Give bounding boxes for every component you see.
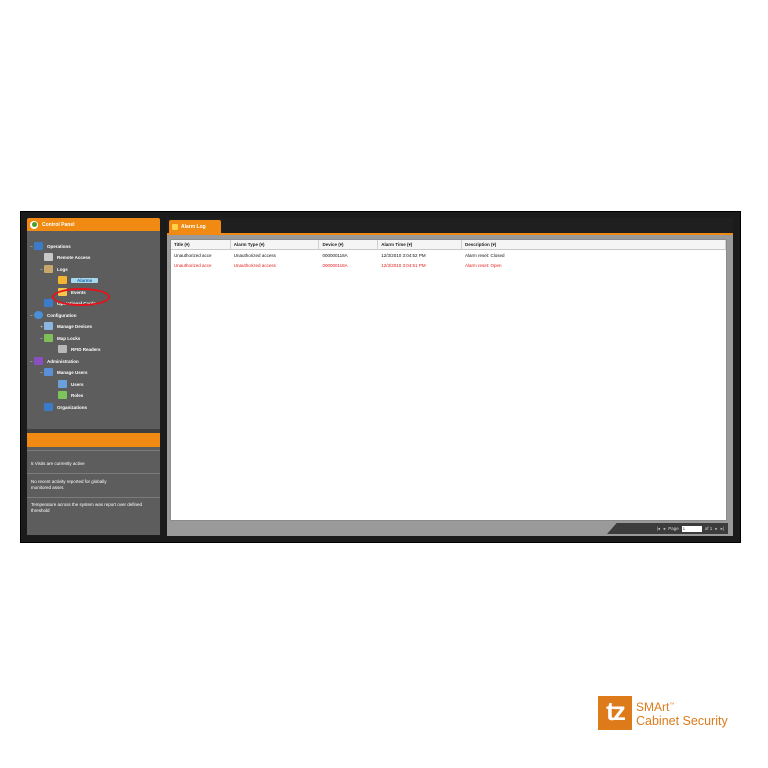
- cell-device: 000000118A: [322, 262, 348, 268]
- tree-item-label: Logs: [57, 266, 68, 272]
- prev-page-button[interactable]: ◂: [663, 526, 665, 532]
- tree-item-rfid-readers[interactable]: RFID Readers: [58, 344, 101, 354]
- column-header-alarm-time[interactable]: Alarm Time (▾): [378, 240, 462, 249]
- cards-icon: [44, 299, 53, 307]
- tree-item-configuration[interactable]: − Configuration: [29, 310, 77, 320]
- last-page-button[interactable]: ▸|: [721, 526, 724, 532]
- tree-item-alarms[interactable]: Alarms: [58, 275, 99, 285]
- table-row[interactable]: Unauthorized acce Unauthorized access 00…: [171, 250, 726, 260]
- cell-alarm-time: 12/3/2010 3:04:51 PM: [381, 262, 426, 268]
- tab-label: Alarm Log: [181, 223, 206, 230]
- operations-icon: [34, 242, 43, 250]
- cell-device: 000000118A: [322, 252, 348, 258]
- rfid-icon: [58, 345, 67, 353]
- alarm-log-header: Alarm Log: [167, 218, 733, 235]
- tree-item-label: Manage Devices: [57, 323, 93, 329]
- tab-alarm-log[interactable]: Alarm Log: [169, 220, 221, 233]
- tree-item-label: Organizations: [57, 404, 88, 410]
- tree-item-roles[interactable]: Roles: [58, 390, 83, 400]
- grid-header: Title (▾) Alarm Type (▾) Device (▾) Alar…: [171, 240, 727, 250]
- remote-access-icon: [44, 253, 53, 261]
- administration-icon: [34, 357, 43, 365]
- alert-separator: [27, 450, 160, 451]
- pagination-bar: |◂ ◂ Page 1 of 1 ▸ ▸|: [607, 523, 728, 534]
- alert-separator: [27, 497, 160, 498]
- column-header-description[interactable]: Description (▾): [462, 240, 727, 249]
- configuration-icon: [34, 311, 43, 319]
- tree-item-label: Administration: [47, 358, 79, 364]
- tree-item-label: Users: [71, 381, 84, 387]
- application-window: Control Panel − Operations Remote Access…: [20, 211, 741, 543]
- tree-item-manage-users[interactable]: − Manage Users: [39, 367, 88, 377]
- roles-icon: [58, 391, 67, 399]
- control-panel-header: Control Panel: [27, 218, 160, 231]
- column-header-device[interactable]: Device (▾): [319, 240, 379, 249]
- cell-title: Unauthorized acce: [174, 262, 212, 268]
- tree-item-administration[interactable]: − Administration: [29, 356, 79, 366]
- tree-item-label: Operations: [47, 243, 71, 249]
- control-panel: Control Panel − Operations Remote Access…: [27, 218, 160, 536]
- brand-tagline: Cabinet Security: [636, 714, 728, 728]
- cell-description: Alarm reset: Open: [464, 262, 502, 268]
- cell-alarm-time: 12/3/2010 3:04:52 PM: [381, 252, 426, 258]
- cell-alarm-type: Unauthorized access: [233, 262, 276, 268]
- alarm-log-panel: Alarm Log Title (▾) Alarm Type (▾) Devic…: [167, 218, 733, 536]
- alerts-header: [27, 433, 160, 447]
- tree-item-users[interactable]: Users: [58, 379, 84, 389]
- page-label: Page: [668, 526, 679, 531]
- tree-item-label: Roles: [71, 392, 84, 398]
- page-number-input[interactable]: 1: [681, 525, 702, 532]
- next-page-button[interactable]: ▸: [715, 526, 717, 532]
- alert-message[interactable]: 5 Visits are currently active: [31, 461, 160, 467]
- user-icon: [58, 380, 67, 388]
- alert-message[interactable]: Temperature across the system was report…: [31, 502, 157, 514]
- first-page-button[interactable]: |◂: [657, 526, 660, 532]
- tree-item-organizations[interactable]: Organizations: [44, 402, 87, 412]
- alarm-icon: [172, 223, 178, 230]
- tree-item-manage-devices[interactable]: + Manage Devices: [39, 321, 92, 331]
- cell-alarm-type: Unauthorized access: [233, 252, 276, 258]
- cell-title: Unauthorized acce: [174, 252, 212, 258]
- alarm-log-grid: Title (▾) Alarm Type (▾) Device (▾) Alar…: [170, 239, 727, 521]
- page-count-label: of 1: [704, 526, 713, 531]
- tz-logo-mark: tz: [598, 696, 632, 730]
- map-locks-icon: [44, 334, 53, 342]
- brand-name: SMArt: [636, 700, 670, 714]
- highlight-annotation: [52, 288, 110, 306]
- control-panel-title: Control Panel: [42, 221, 75, 228]
- brand-text: SMArt™ Cabinet Security: [636, 698, 728, 728]
- tree-item-label: Manage Users: [57, 369, 88, 375]
- alert-message[interactable]: No recent activity reported for globally…: [31, 479, 121, 491]
- navigation-tree: − Operations Remote Access − Logs Alarms…: [27, 231, 160, 429]
- tree-item-remote-access[interactable]: Remote Access: [44, 252, 90, 262]
- alert-separator: [27, 473, 160, 474]
- table-row[interactable]: Unauthorized acce Unauthorized access 00…: [171, 260, 726, 270]
- control-panel-icon: [30, 220, 38, 229]
- tree-item-operations[interactable]: − Operations: [29, 241, 71, 251]
- tree-item-label: RFID Readers: [71, 346, 101, 352]
- tree-item-logs[interactable]: − Logs: [39, 264, 68, 274]
- column-header-alarm-type[interactable]: Alarm Type (▾): [231, 240, 320, 249]
- column-header-title[interactable]: Title (▾): [171, 240, 231, 249]
- tree-item-label: Configuration: [47, 312, 77, 318]
- alarm-icon: [58, 276, 67, 284]
- tree-item-label: Alarms: [71, 277, 99, 283]
- tree-item-label: Map Locks: [57, 335, 81, 341]
- users-group-icon: [44, 368, 53, 376]
- logs-icon: [44, 265, 53, 273]
- trademark-symbol: ™: [669, 702, 675, 708]
- tree-item-label: Remote Access: [57, 254, 91, 260]
- devices-icon: [44, 322, 53, 330]
- alerts-panel: 5 Visits are currently active No recent …: [27, 447, 160, 535]
- brand-logo: tz SMArt™ Cabinet Security: [598, 695, 728, 731]
- organizations-icon: [44, 403, 53, 411]
- cell-description: Alarm reset: Closed: [464, 252, 505, 258]
- tree-item-map-locks[interactable]: − Map Locks: [39, 333, 80, 343]
